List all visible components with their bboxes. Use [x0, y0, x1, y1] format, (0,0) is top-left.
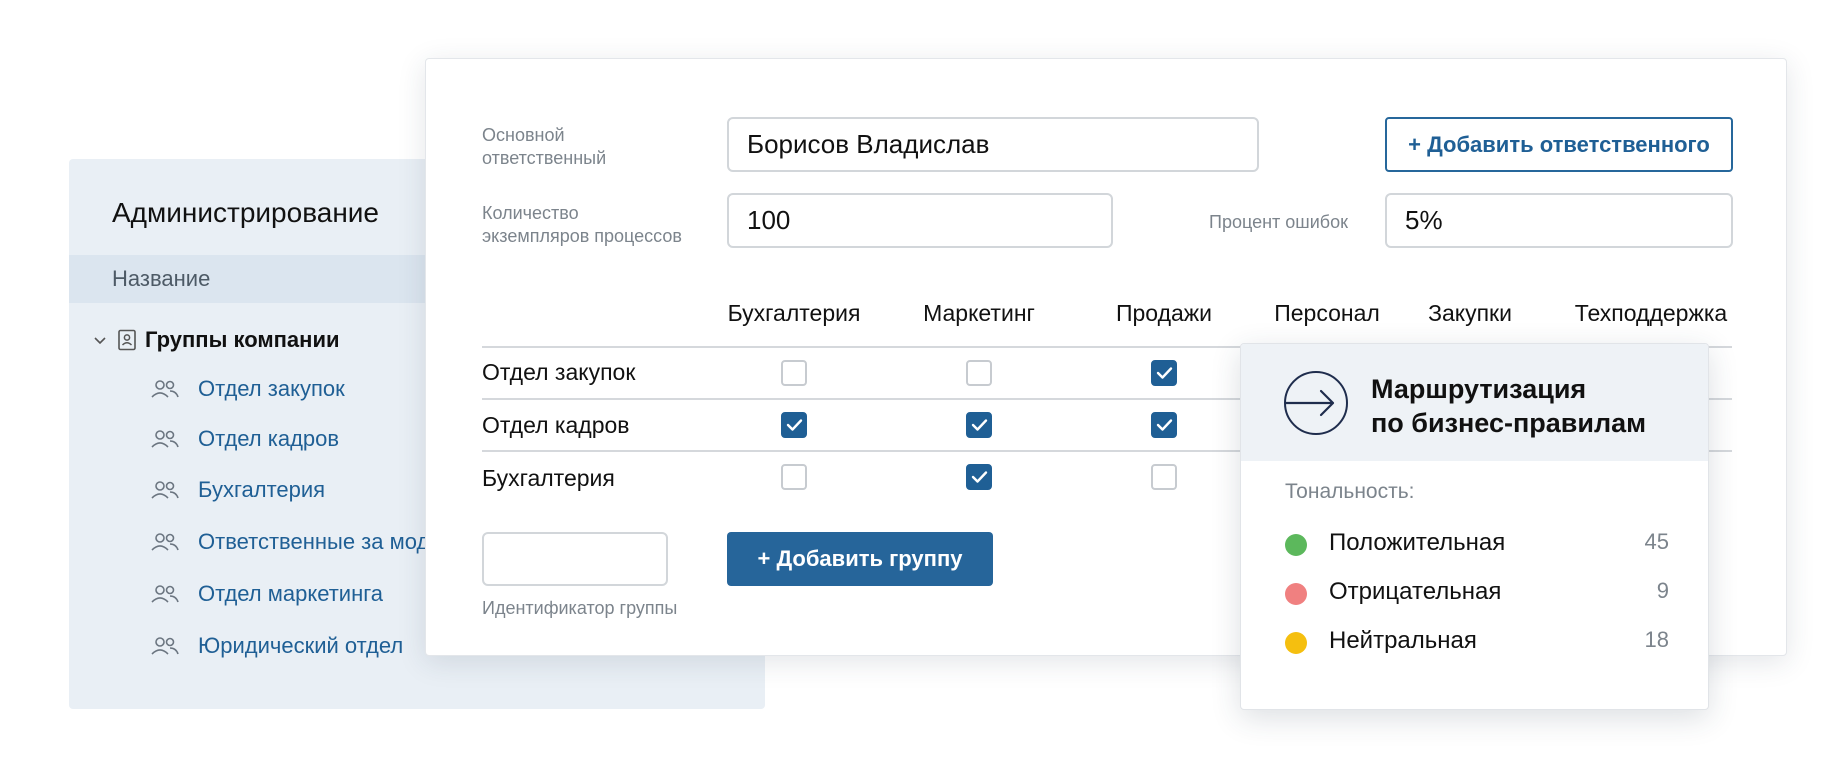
- main-responsible-label: Основной ответственный: [482, 124, 606, 170]
- row-label: Отдел кадров: [482, 412, 630, 438]
- tree-item-label: Ответственные за мод: [198, 529, 430, 554]
- error-percent-input[interactable]: 5%: [1385, 193, 1733, 248]
- tonality-name: Нейтральная: [1329, 627, 1477, 654]
- add-responsible-button[interactable]: + Добавить ответственного: [1385, 117, 1733, 172]
- users-icon: [151, 430, 179, 448]
- tree-item-label: Отдел закупок: [198, 376, 345, 401]
- arrow-right-circle-icon: [1284, 371, 1348, 435]
- users-icon: [151, 585, 179, 603]
- column-header: Продажи: [1115, 300, 1213, 326]
- error-percent-label: Процент ошибок: [1209, 212, 1348, 232]
- checkbox-unchecked[interactable]: [1151, 464, 1177, 490]
- main-responsible-input[interactable]: Борисов Владислав: [727, 117, 1259, 172]
- column-header: Маркетинг: [923, 300, 1035, 326]
- tonality-count: 18: [1644, 627, 1669, 652]
- status-dot: [1285, 632, 1307, 654]
- row-label: Отдел закупок: [482, 359, 636, 385]
- users-icon: [151, 481, 179, 499]
- tree-item-group[interactable]: Юридический отдел: [150, 633, 403, 659]
- tree-item-label: Бухгалтерия: [198, 477, 326, 502]
- tree-item-group[interactable]: Бухгалтерия: [150, 477, 325, 503]
- contact-book-icon: [118, 329, 136, 351]
- tonality-name: Отрицательная: [1329, 578, 1502, 605]
- check-icon: [1156, 367, 1173, 379]
- add-group-button[interactable]: + Добавить группу: [727, 532, 993, 586]
- checkbox-checked[interactable]: [966, 412, 992, 438]
- tonality-count: 9: [1656, 578, 1669, 603]
- popup-title: Маршрутизация по бизнес-правилам: [1371, 372, 1646, 440]
- tree-root-company-groups[interactable]: Группы компании: [91, 327, 340, 353]
- process-count-input[interactable]: 100: [727, 193, 1113, 248]
- label-line: Количество: [482, 203, 579, 223]
- check-icon: [971, 471, 988, 483]
- checkbox-checked[interactable]: [1151, 412, 1177, 438]
- tree-item-group[interactable]: Отдел кадров: [150, 426, 339, 452]
- popup-header: Маршрутизация по бизнес-правилам: [1241, 344, 1708, 461]
- tree-item-group[interactable]: Отдел закупок: [150, 376, 345, 402]
- tonality-name: Положительная: [1329, 529, 1506, 556]
- routing-popup: Маршрутизация по бизнес-правилам Тональн…: [1240, 343, 1709, 710]
- process-count-value: 100: [747, 205, 791, 235]
- tonality-item[interactable]: Нейтральная 18: [1285, 627, 1669, 657]
- tree-root-label: Группы компании: [145, 327, 340, 352]
- check-icon: [786, 419, 803, 431]
- column-header: Закупки: [1428, 300, 1512, 326]
- label-line: экземпляров процессов: [482, 226, 682, 246]
- column-header: Бухгалтерия: [727, 300, 861, 326]
- error-percent-value: 5%: [1405, 205, 1443, 235]
- checkbox-unchecked[interactable]: [781, 464, 807, 490]
- checkbox-unchecked[interactable]: [781, 360, 807, 386]
- tonality-label: Тональность:: [1285, 480, 1415, 503]
- tree-item-label: Отдел кадров: [198, 426, 340, 451]
- admin-title: Администрирование: [112, 197, 379, 228]
- check-icon: [971, 419, 988, 431]
- label-line: ответственный: [482, 148, 607, 168]
- checkbox-checked[interactable]: [781, 412, 807, 438]
- popup-title-line: по бизнес-правилам: [1371, 408, 1647, 438]
- tonality-item[interactable]: Отрицательная 9: [1285, 578, 1669, 608]
- checkbox-checked[interactable]: [966, 464, 992, 490]
- label-line: Основной: [482, 125, 565, 145]
- tree-item-label: Юридический отдел: [198, 633, 404, 658]
- group-id-input[interactable]: [482, 532, 668, 586]
- process-count-label: Количество экземпляров процессов: [482, 202, 682, 248]
- tonality-count: 45: [1644, 529, 1669, 554]
- users-icon: [151, 637, 179, 655]
- group-id-label: Идентификатор группы: [482, 598, 678, 618]
- tree-item-label: Отдел маркетинга: [198, 581, 384, 606]
- column-header: Техподдержка: [1574, 300, 1728, 326]
- users-icon: [151, 380, 179, 398]
- column-header: Персонал: [1274, 300, 1380, 326]
- tree-item-group[interactable]: Ответственные за мод: [150, 529, 429, 555]
- check-icon: [1156, 419, 1173, 431]
- name-column-label: Название: [112, 266, 211, 291]
- row-label: Бухгалтерия: [482, 465, 615, 491]
- checkbox-unchecked[interactable]: [966, 360, 992, 386]
- checkbox-checked[interactable]: [1151, 360, 1177, 386]
- chevron-down-icon[interactable]: [91, 331, 109, 349]
- tree-item-group[interactable]: Отдел маркетинга: [150, 581, 383, 607]
- status-dot: [1285, 534, 1307, 556]
- tonality-item[interactable]: Положительная 45: [1285, 529, 1669, 559]
- main-responsible-value: Борисов Владислав: [747, 129, 990, 159]
- status-dot: [1285, 583, 1307, 605]
- users-icon: [151, 533, 179, 551]
- popup-title-line: Маршрутизация: [1371, 374, 1587, 404]
